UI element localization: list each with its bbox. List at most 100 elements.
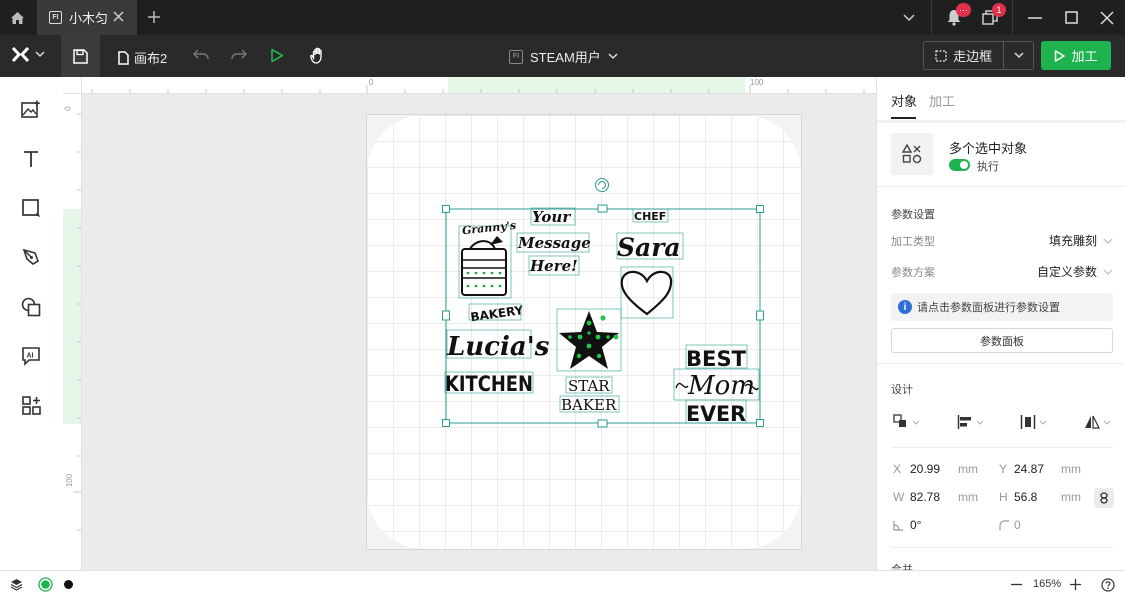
preview-play-icon[interactable] [270,48,284,63]
save-button[interactable] [61,35,100,77]
align-button[interactable] [957,414,984,430]
align-left-icon [957,415,971,429]
x-input[interactable]: 20.99 [910,462,940,476]
horizontal-ruler: 0 100 [82,77,876,94]
apps-icon[interactable] [19,393,43,417]
zoom-out-icon[interactable] [1011,579,1022,590]
distribute-button[interactable] [1020,414,1047,430]
y-input[interactable]: 24.87 [1014,462,1044,476]
device-user-label: STEAM用户 [530,50,601,65]
lucias-kitchen-element[interactable]: Lucia's KITCHEN [444,329,550,396]
zoom-in-icon[interactable] [1070,579,1081,590]
frame-button[interactable]: 走边框 [924,42,1005,69]
main-toolbar: 画布2 FI STEAM用户 走边框 加工 [0,35,1125,77]
mom-text: Mom [687,371,755,401]
chevron-down-icon [912,420,920,425]
corner-radius-icon [999,520,1010,534]
zoom-level[interactable]: 165% [1033,578,1061,590]
minimize-icon[interactable] [1017,0,1053,35]
app-icon: FI [49,11,62,24]
device-user-selector[interactable]: FI STEAM用户 [509,47,618,66]
undo-icon[interactable] [193,48,209,62]
arrange-icon [893,414,906,427]
shape-tool-icon[interactable] [19,196,43,220]
ruler-label: 0 [369,78,374,87]
execute-toggle-label: 执行 [977,161,999,173]
tab-label: 小木匀 [69,11,109,26]
rotation-row: 0° 0 [893,516,1111,536]
black-color-swatch[interactable] [63,579,74,590]
divider [931,0,932,35]
param-scheme-row: 参数方案 自定义参数 [891,263,1113,280]
divider [891,547,1113,548]
w-input[interactable]: 82.78 [910,490,940,504]
new-tab-icon[interactable] [146,9,162,25]
panel-tabs: 对象 加工 [891,91,955,119]
chevron-down-icon [1014,52,1024,59]
close-window-icon[interactable] [1089,0,1125,35]
selected-design-group[interactable]: Granny's BAKERY Your Message Here! CHEF … [366,114,766,434]
flip-button[interactable] [1084,414,1111,430]
your-message-element[interactable]: Your Message Here! [516,207,591,276]
chevron-down-icon [1039,420,1047,425]
add-image-icon[interactable] [19,97,43,121]
params-section-title: 参数设置 [891,209,935,221]
execute-toggle[interactable] [949,159,970,171]
text-tool-icon[interactable] [19,147,43,171]
cake-element[interactable]: Granny's BAKERY [458,219,524,325]
corner-radius-input[interactable]: 0 [1014,518,1021,532]
logo-icon [12,47,29,62]
tab-process[interactable]: 加工 [929,91,955,110]
position-row: X 20.99 mm Y 24.87 mm [893,460,1111,480]
param-scheme-select[interactable]: 自定义参数 [1037,263,1113,280]
process-type-select[interactable]: 填充雕刻 [1049,232,1113,249]
y-label: Y [999,462,1008,476]
boolean-combine-icon[interactable] [19,295,43,319]
save-icon [73,48,88,64]
rotate-handle[interactable] [595,178,609,192]
message-text: Message [517,234,591,252]
h-unit: mm [1061,490,1081,504]
pen-tool-icon[interactable] [19,245,43,269]
arrange-button[interactable] [893,414,920,430]
ai-tool-icon[interactable]: AI [19,344,43,368]
green-color-swatch[interactable] [38,577,53,592]
process-button[interactable]: 加工 [1041,41,1111,70]
divider [877,363,1125,364]
help-icon[interactable] [1101,578,1115,592]
star-baker-element[interactable]: STAR BAKER [556,308,622,414]
tab-object[interactable]: 对象 [891,91,917,119]
grannys-text: Granny's [461,219,516,238]
windows-icon[interactable]: 1 [972,0,1008,35]
close-icon[interactable] [112,10,125,23]
chevron-down-icon [1103,269,1113,275]
lock-ratio-button[interactable] [1094,488,1114,508]
notification-badge: ··· [956,3,971,17]
layers-icon[interactable] [10,578,23,591]
h-input[interactable]: 56.8 [1014,490,1037,504]
best-mom-ever-element[interactable]: BEST Mom EVER [673,344,760,426]
tool-sidebar: AI [0,77,63,570]
info-icon: i [898,300,912,314]
home-icon[interactable] [0,0,35,35]
ruler-ticks [73,113,81,531]
h-label: H [999,490,1008,504]
notification-bell-icon[interactable]: ··· [936,0,972,35]
chevron-down-icon[interactable] [891,0,927,35]
process-type-row: 加工类型 填充雕刻 [891,232,1113,249]
window-controls: ··· 1 [891,0,1125,35]
tab-document[interactable]: FI 小木匀 [37,0,137,35]
frame-dropdown[interactable] [1004,42,1033,69]
svg-text:AI: AI [27,353,34,360]
param-panel-button[interactable]: 参数面板 [891,328,1113,353]
hand-tool-icon[interactable] [310,47,326,64]
app-menu-button[interactable] [12,47,45,62]
maximize-icon[interactable] [1053,0,1089,35]
chef-sara-element[interactable]: CHEF Sara [616,208,684,319]
document-name[interactable]: 画布2 [118,48,167,67]
redo-icon[interactable] [231,48,247,62]
divider [877,120,1125,123]
chevron-down-icon [1103,420,1111,425]
rotation-input[interactable]: 0° [910,518,921,532]
ruler-label: 100 [750,78,764,87]
